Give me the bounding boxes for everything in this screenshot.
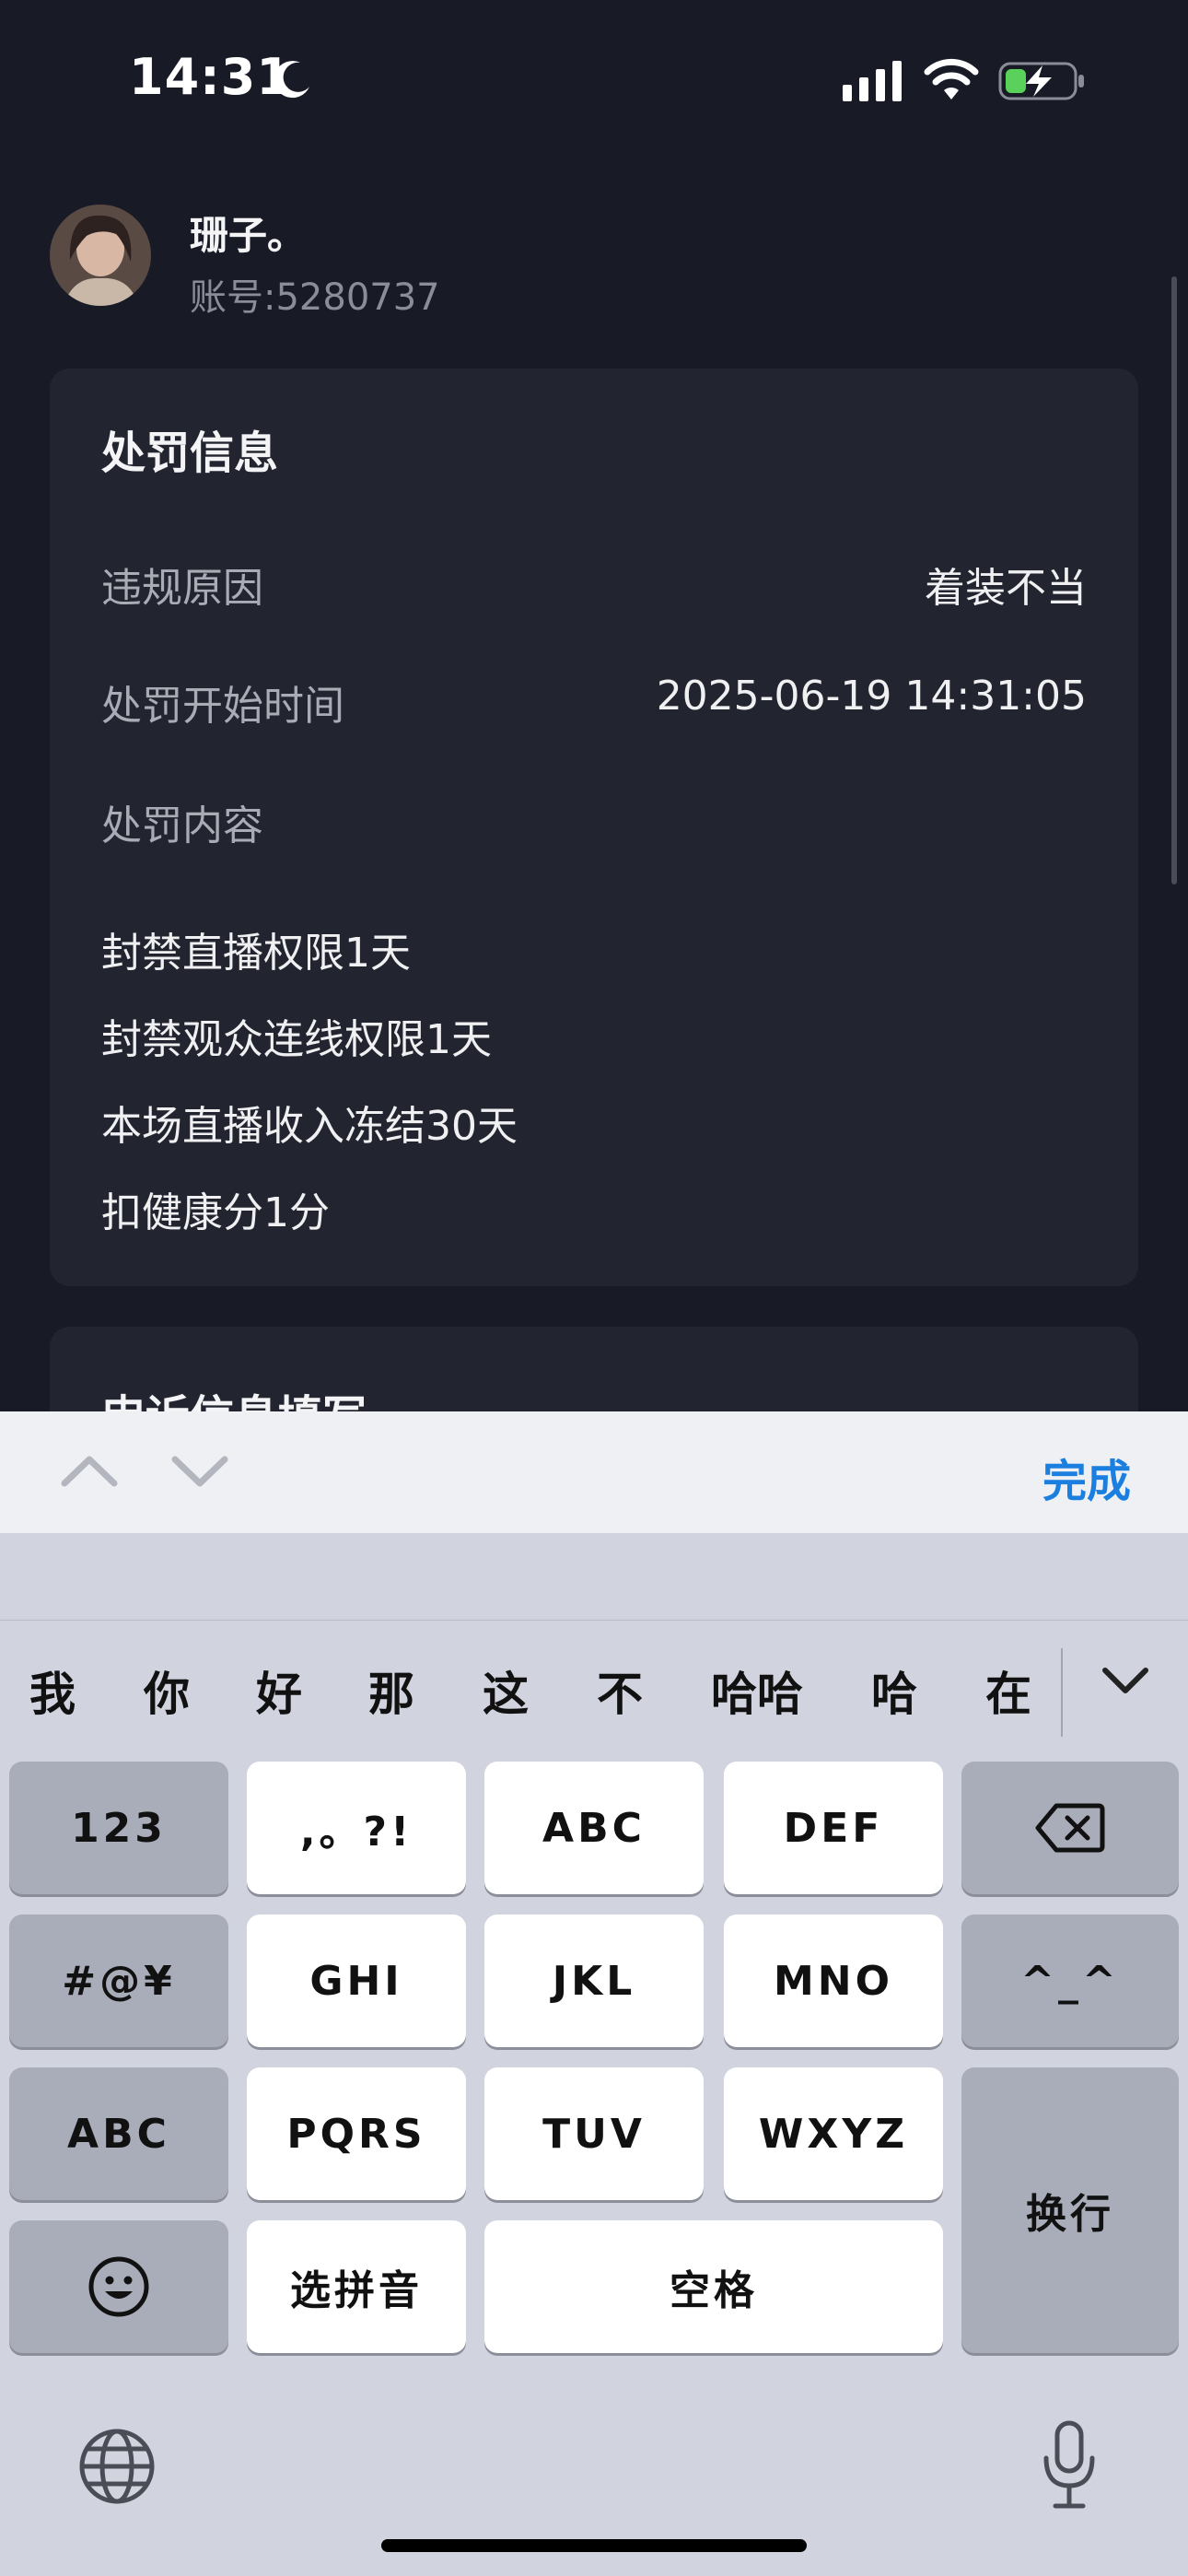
violation-reason-label: 违规原因 [101, 565, 263, 612]
done-button[interactable]: 完成 [1042, 1445, 1131, 1509]
emoji-icon [88, 2256, 149, 2317]
key-def[interactable]: DEF [724, 1762, 943, 1894]
status-time: 14:31 [129, 48, 292, 106]
key-123[interactable]: 123 [9, 1762, 228, 1894]
penalty-item: 封禁直播权限1天 [101, 930, 411, 977]
next-field-icon[interactable] [168, 1443, 232, 1498]
key-wxyz[interactable]: WXYZ [724, 2067, 943, 2200]
candidate-divider [1061, 1648, 1063, 1737]
scrollbar[interactable] [1171, 276, 1177, 884]
battery-charging-icon [998, 62, 1084, 100]
penalty-info-card: 处罚信息 违规原因 着装不当 处罚开始时间 2025-06-19 14:31:0… [50, 369, 1138, 1286]
penalty-start-time-value: 2025-06-19 14:31:05 [656, 673, 1087, 720]
key-pqrs[interactable]: PQRS [247, 2067, 466, 2200]
candidate-word[interactable]: 这 [483, 1657, 529, 1724]
penalty-item: 本场直播收入冻结30天 [101, 1103, 518, 1150]
status-bar: 14:31 [0, 0, 1188, 157]
violation-reason-value: 着装不当 [925, 565, 1087, 612]
space-key[interactable]: 空格 [484, 2220, 943, 2353]
key-punctuation[interactable]: ,。?! [247, 1762, 466, 1894]
app-screen: 14:31 珊子。 账号:5280737 处罚信息 违规原因 着装不当 处罚开始… [0, 0, 1188, 1411]
key-tuv[interactable]: TUV [484, 2067, 704, 2200]
penalty-content-label: 处罚内容 [101, 802, 263, 849]
account-number: 账号:5280737 [190, 276, 440, 319]
penalty-item: 封禁观众连线权限1天 [101, 1016, 492, 1063]
emoji-key[interactable] [9, 2220, 228, 2353]
keyboard-accessory-bar: 完成 [0, 1411, 1188, 1533]
return-key[interactable]: 换行 [961, 2067, 1179, 2353]
candidate-word[interactable]: 不 [597, 1657, 643, 1724]
key-abc-switch[interactable]: ABC [9, 2067, 228, 2200]
candidate-word[interactable]: 哈 [871, 1657, 917, 1724]
previous-field-icon[interactable] [57, 1443, 122, 1498]
wifi-icon [924, 58, 979, 100]
candidate-bar: 我 你 好 那 这 不 哈哈 哈 在 [0, 1620, 1188, 1750]
penalty-item: 扣健康分1分 [101, 1189, 330, 1236]
candidate-word[interactable]: 我 [29, 1657, 76, 1724]
globe-icon[interactable] [77, 2427, 157, 2506]
avatar-image [50, 205, 151, 306]
moon-icon [274, 61, 309, 99]
cellular-signal-icon [843, 61, 902, 101]
avatar[interactable] [50, 205, 151, 306]
key-emoticon[interactable]: ^_^ [961, 1914, 1179, 2047]
home-indicator[interactable] [381, 2539, 807, 2552]
delete-key[interactable] [961, 1762, 1179, 1894]
candidate-word[interactable]: 那 [368, 1657, 414, 1724]
user-name: 珊子。 [190, 213, 307, 258]
candidate-word[interactable]: 在 [985, 1657, 1031, 1724]
key-ghi[interactable]: GHI [247, 1914, 466, 2047]
key-mno[interactable]: MNO [724, 1914, 943, 2047]
key-symbols[interactable]: #@¥ [9, 1914, 228, 2047]
penalty-start-time-label: 处罚开始时间 [101, 683, 344, 730]
candidate-word[interactable]: 你 [144, 1657, 190, 1724]
expand-candidates-icon[interactable] [1098, 1657, 1153, 1704]
appeal-card-title: 申诉信息填写 [101, 1380, 367, 1411]
keyboard: 我 你 好 那 这 不 哈哈 哈 在 123 ,。?! ABC DEF #@¥ … [0, 1533, 1188, 2576]
microphone-icon[interactable] [1039, 2419, 1100, 2512]
candidate-word[interactable]: 好 [256, 1657, 302, 1724]
candidate-word[interactable]: 哈哈 [711, 1657, 803, 1724]
key-jkl[interactable]: JKL [484, 1914, 704, 2047]
appeal-info-card: 申诉信息填写 [50, 1327, 1138, 1411]
key-abc[interactable]: ABC [484, 1762, 704, 1894]
penalty-card-title: 处罚信息 [101, 427, 279, 479]
key-select-pinyin[interactable]: 选拼音 [247, 2220, 466, 2353]
backspace-icon [1035, 1803, 1105, 1853]
